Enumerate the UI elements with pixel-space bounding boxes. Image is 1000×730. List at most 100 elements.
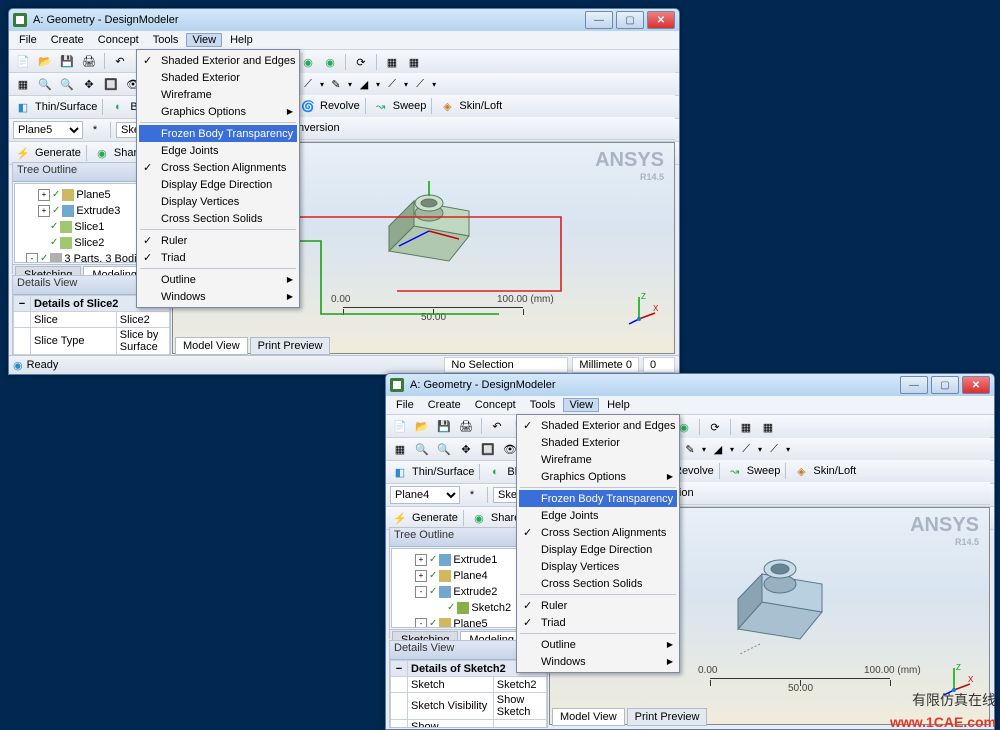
- b4-icon[interactable]: ▦: [736, 417, 756, 437]
- menu-item[interactable]: ✓Triad: [139, 249, 297, 266]
- print-icon[interactable]: 🖨: [79, 51, 99, 71]
- menu-view[interactable]: View: [186, 33, 222, 47]
- menu-item[interactable]: Outline▶: [139, 271, 297, 288]
- menu-create[interactable]: Create: [45, 33, 90, 47]
- menu-item[interactable]: Shaded Exterior: [519, 434, 677, 451]
- menu-item[interactable]: ✓Ruler: [519, 597, 677, 614]
- b3-icon[interactable]: ⟳: [351, 52, 371, 72]
- share-icon[interactable]: ◉: [92, 143, 112, 163]
- generate-icon[interactable]: ⚡: [390, 508, 410, 528]
- menu-item[interactable]: ✓Triad: [519, 614, 677, 631]
- menu-item[interactable]: ✓Cross Section Alignments: [519, 524, 677, 541]
- tab-model-view[interactable]: Model View: [175, 337, 248, 355]
- menu-item[interactable]: Wireframe: [139, 86, 297, 103]
- fit-icon[interactable]: 🔲: [478, 439, 498, 459]
- save-icon[interactable]: 💾: [57, 51, 77, 71]
- menu-help[interactable]: Help: [224, 33, 259, 47]
- new-icon[interactable]: 📄: [390, 416, 410, 436]
- minimize-button[interactable]: —: [900, 376, 928, 394]
- menu-item[interactable]: Windows▶: [139, 288, 297, 305]
- b1-icon[interactable]: ◉: [298, 52, 318, 72]
- new-plane-icon[interactable]: *: [462, 485, 482, 505]
- skin-icon[interactable]: ◈: [437, 96, 457, 116]
- blend-icon[interactable]: ◐: [485, 462, 505, 482]
- menu-item[interactable]: ✓Shaded Exterior and Edges: [519, 417, 677, 434]
- menu-item[interactable]: Graphics Options▶: [139, 103, 297, 120]
- revolve-label[interactable]: Revolve: [320, 100, 360, 112]
- tab-print-preview[interactable]: Print Preview: [250, 337, 331, 355]
- menu-item[interactable]: Windows▶: [519, 653, 677, 670]
- pan-icon[interactable]: ✥: [456, 439, 476, 459]
- select-icon[interactable]: ▦: [390, 439, 410, 459]
- zoom-icon[interactable]: 🔍: [57, 74, 77, 94]
- menu-item[interactable]: Cross Section Solids: [139, 210, 297, 227]
- menu-item[interactable]: ✓Shaded Exterior and Edges: [139, 52, 297, 69]
- nversion-label[interactable]: nversion: [298, 122, 340, 134]
- b3-icon[interactable]: ⟳: [705, 417, 725, 437]
- open-icon[interactable]: 📂: [412, 416, 432, 436]
- print-icon[interactable]: 🖨: [456, 416, 476, 436]
- face-icon[interactable]: ◢: [708, 439, 728, 459]
- sweep-icon[interactable]: ↝: [725, 461, 745, 481]
- new-plane-icon[interactable]: *: [85, 120, 105, 140]
- thin-label[interactable]: Thin/Surface: [35, 101, 97, 113]
- save-icon[interactable]: 💾: [434, 416, 454, 436]
- menu-item[interactable]: Edge Joints: [519, 507, 677, 524]
- open-icon[interactable]: 📂: [35, 51, 55, 71]
- thin-label[interactable]: Thin/Surface: [412, 466, 474, 478]
- close-button[interactable]: ✕: [647, 11, 675, 29]
- tab-print-preview[interactable]: Print Preview: [627, 708, 708, 726]
- maximize-button[interactable]: ▢: [931, 376, 959, 394]
- menu-item[interactable]: Shaded Exterior: [139, 69, 297, 86]
- rotate-icon[interactable]: 🔍: [412, 439, 432, 459]
- menu-concept[interactable]: Concept: [469, 398, 522, 412]
- menu-tools[interactable]: Tools: [524, 398, 562, 412]
- generate-label[interactable]: Generate: [35, 147, 81, 159]
- undo-icon[interactable]: ↶: [110, 51, 130, 71]
- sweep-icon[interactable]: ↝: [371, 96, 391, 116]
- sweep-label[interactable]: Sweep: [747, 465, 781, 477]
- maximize-button[interactable]: ▢: [616, 11, 644, 29]
- skin-label[interactable]: Skin/Loft: [813, 465, 856, 477]
- b4-icon[interactable]: ▦: [382, 52, 402, 72]
- menu-create[interactable]: Create: [422, 398, 467, 412]
- menu-item[interactable]: Frozen Body Transparency: [519, 490, 677, 507]
- menu-item[interactable]: Display Edge Direction: [519, 541, 677, 558]
- new-icon[interactable]: 📄: [13, 51, 33, 71]
- menu-item[interactable]: Display Edge Direction: [139, 176, 297, 193]
- fit-icon[interactable]: 🔲: [101, 74, 121, 94]
- b2-icon[interactable]: ◉: [320, 52, 340, 72]
- menu-view[interactable]: View: [563, 398, 599, 412]
- skin-label[interactable]: Skin/Loft: [459, 100, 502, 112]
- vert-icon[interactable]: ⟋: [410, 74, 430, 94]
- blend-icon[interactable]: ◐: [108, 97, 128, 117]
- menu-help[interactable]: Help: [601, 398, 636, 412]
- pan-icon[interactable]: ✥: [79, 74, 99, 94]
- face-icon[interactable]: ◢: [354, 74, 374, 94]
- edge-icon[interactable]: ✎: [326, 74, 346, 94]
- edge-icon[interactable]: ✎: [680, 439, 700, 459]
- sweep-label[interactable]: Sweep: [393, 100, 427, 112]
- zoom-icon[interactable]: 🔍: [434, 439, 454, 459]
- menu-tools[interactable]: Tools: [147, 33, 185, 47]
- menu-item[interactable]: Frozen Body Transparency: [139, 125, 297, 142]
- menu-item[interactable]: Graphics Options▶: [519, 468, 677, 485]
- undo-icon[interactable]: ↶: [487, 416, 507, 436]
- menu-item[interactable]: Edge Joints: [139, 142, 297, 159]
- share-icon[interactable]: ◉: [469, 508, 489, 528]
- rotate-icon[interactable]: 🔍: [35, 74, 55, 94]
- tab-model-view[interactable]: Model View: [552, 708, 625, 726]
- menu-concept[interactable]: Concept: [92, 33, 145, 47]
- select-icon[interactable]: ▦: [13, 74, 33, 94]
- body-icon[interactable]: ⟋: [736, 439, 756, 459]
- body-icon[interactable]: ⟋: [382, 74, 402, 94]
- menu-item[interactable]: Display Vertices: [139, 193, 297, 210]
- menu-item[interactable]: ✓Ruler: [139, 232, 297, 249]
- triad-icon[interactable]: Z X: [625, 291, 659, 325]
- close-button[interactable]: ✕: [962, 376, 990, 394]
- plane-combo[interactable]: Plane4: [390, 486, 460, 504]
- b5-icon[interactable]: ▦: [758, 417, 778, 437]
- skin-icon[interactable]: ◈: [791, 461, 811, 481]
- vert-icon[interactable]: ⟋: [764, 439, 784, 459]
- menu-item[interactable]: ✓Cross Section Alignments: [139, 159, 297, 176]
